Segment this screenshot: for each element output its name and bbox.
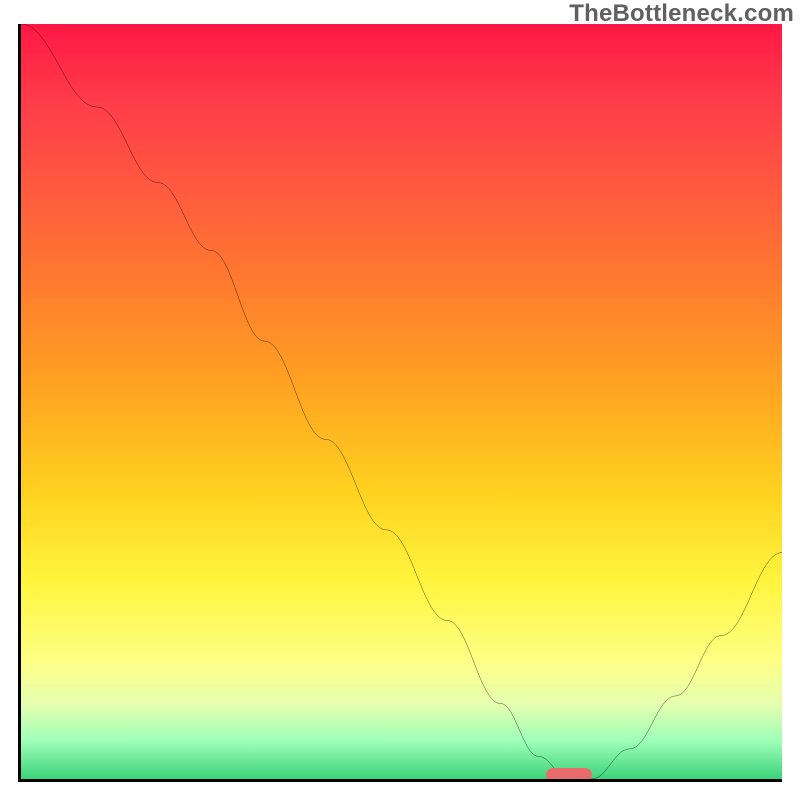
chart-container: TheBottleneck.com xyxy=(0,0,800,800)
plot-area xyxy=(18,24,782,782)
optimal-marker xyxy=(546,768,592,782)
curve-svg xyxy=(21,24,782,779)
watermark-text: TheBottleneck.com xyxy=(569,0,794,28)
bottleneck-curve xyxy=(21,24,782,779)
